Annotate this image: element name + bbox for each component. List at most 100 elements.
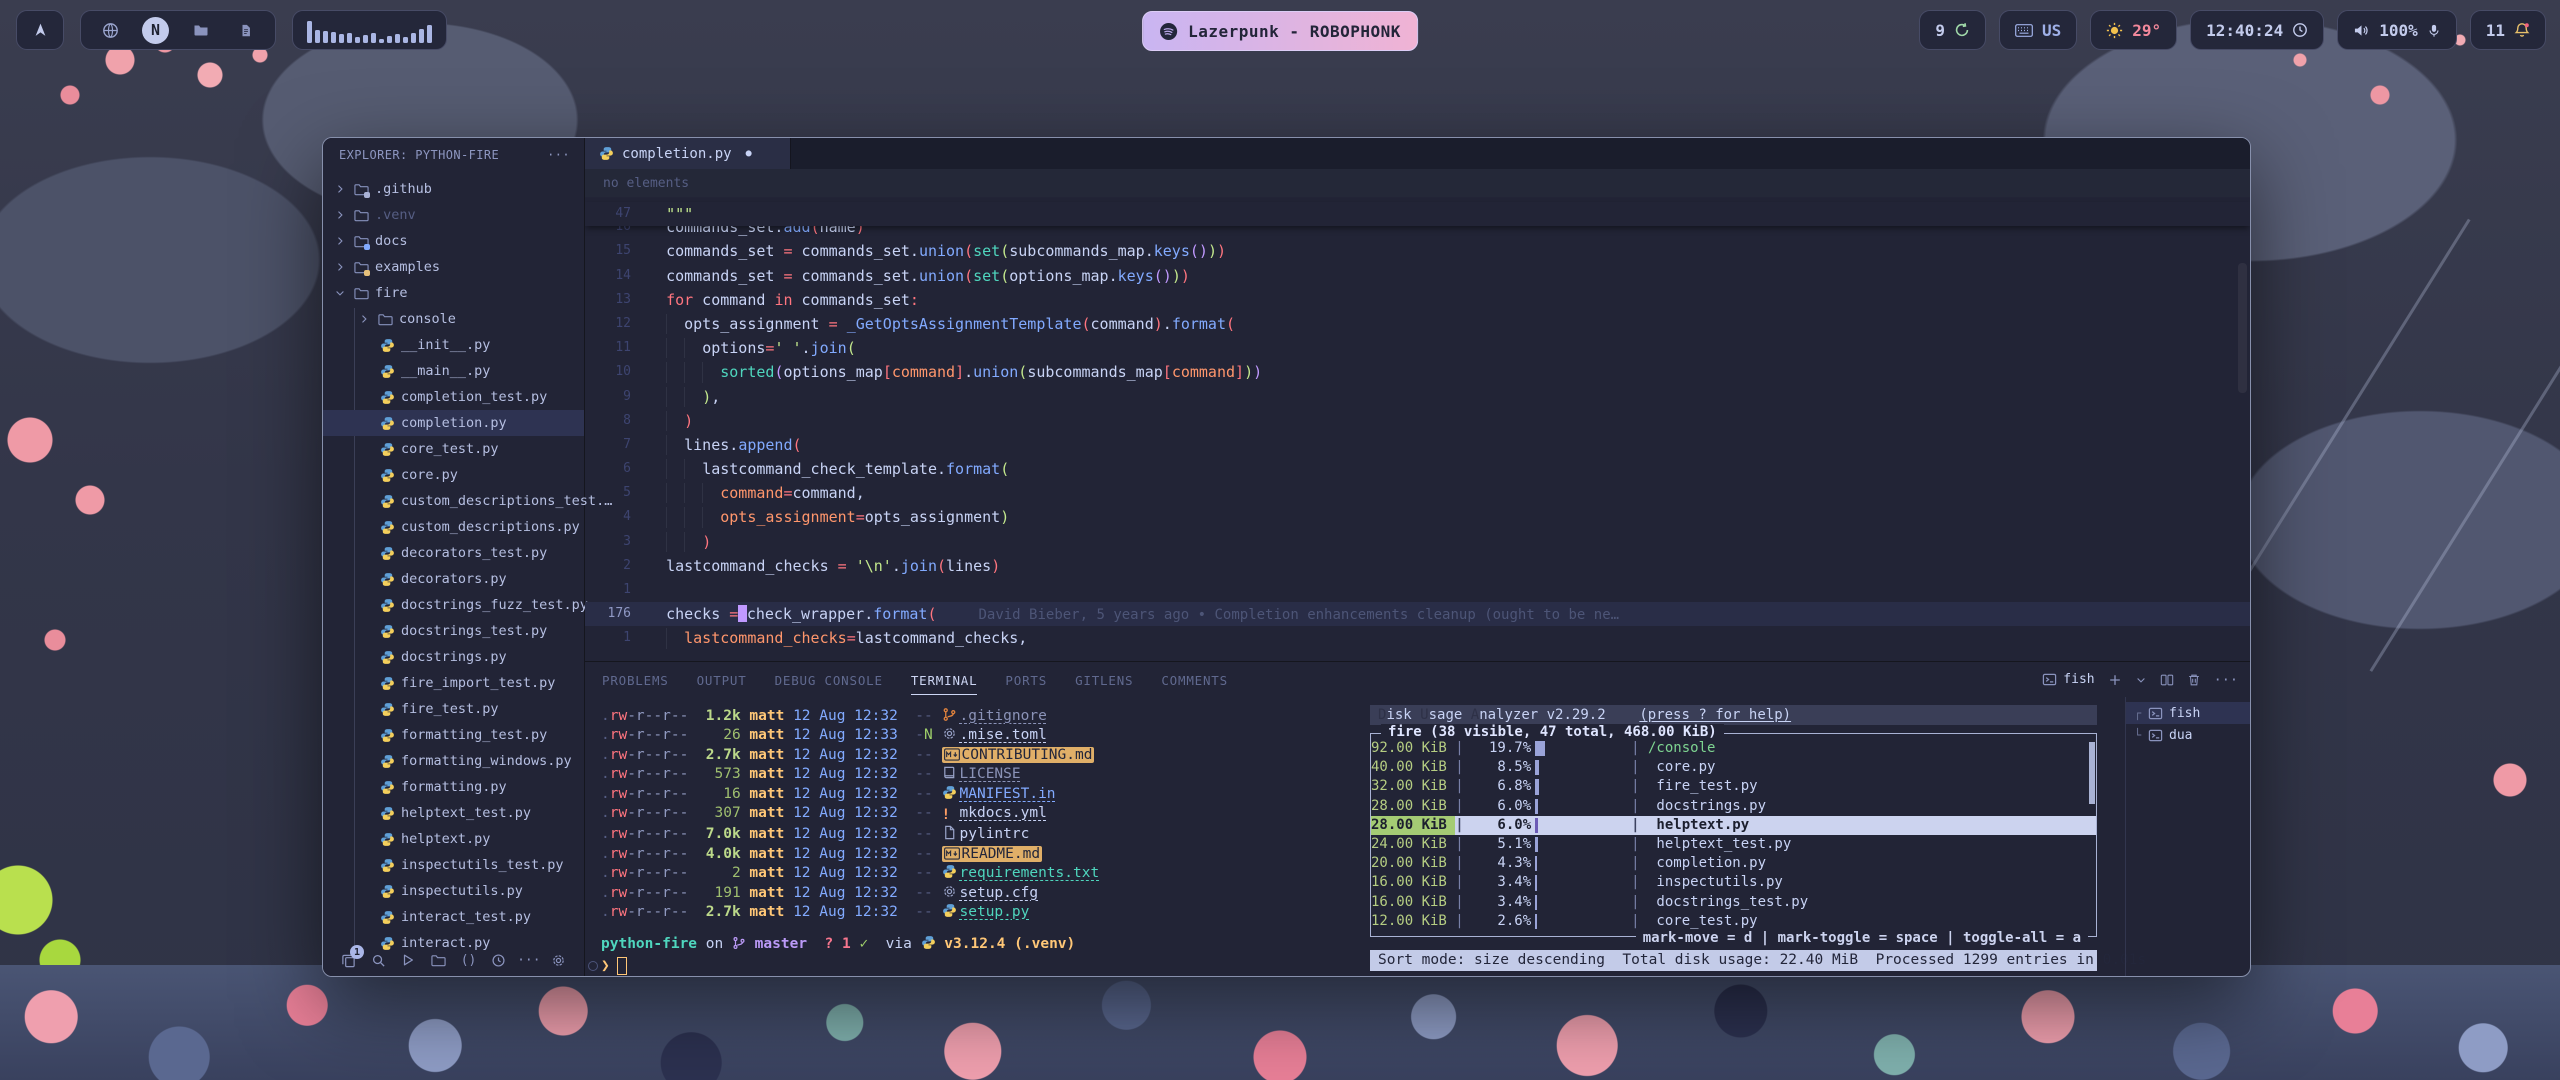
- workspace-n-badge[interactable]: N: [142, 17, 169, 44]
- ls-name[interactable]: MANIFEST.in: [942, 786, 1056, 802]
- tree-item-inspectutils_test.py[interactable]: inspectutils_test.py: [323, 852, 584, 878]
- tree-item-fire_test.py[interactable]: fire_test.py: [323, 696, 584, 722]
- breadcrumb[interactable]: no elements: [585, 169, 2250, 197]
- search-icon[interactable]: [369, 951, 387, 969]
- panel-tab-problems[interactable]: PROBLEMS: [602, 665, 669, 694]
- audio-widget[interactable]: 100%: [2337, 10, 2457, 50]
- tree-item-console[interactable]: console: [323, 306, 584, 332]
- tree-item-formatting_windows.py[interactable]: formatting_windows.py: [323, 748, 584, 774]
- tree-item-fire[interactable]: fire: [323, 280, 584, 306]
- panel-tab-comments[interactable]: COMMENTS: [1161, 665, 1228, 694]
- workspace-item-3[interactable]: [187, 17, 214, 44]
- ls-name[interactable]: setup.cfg: [942, 885, 1039, 901]
- tree-item-completion.py[interactable]: completion.py: [323, 410, 584, 436]
- tree-item-interact_test.py[interactable]: interact_test.py: [323, 904, 584, 930]
- code-line[interactable]: 47 """: [585, 202, 2250, 226]
- tree-item-helptext.py[interactable]: helptext.py: [323, 826, 584, 852]
- terminal-input-line[interactable]: ❯: [601, 957, 627, 975]
- ls-name[interactable]: .mise.toml: [942, 727, 1047, 743]
- dua-row[interactable]: 40.00 KiB | 8.5%| core.py: [1371, 758, 2096, 777]
- tree-item-formatting_test.py[interactable]: formatting_test.py: [323, 722, 584, 748]
- tree-item-docstrings_test.py[interactable]: docstrings_test.py: [323, 618, 584, 644]
- updates-indicator[interactable]: 9: [1919, 10, 1986, 50]
- tree-item-helptext_test.py[interactable]: helptext_test.py: [323, 800, 584, 826]
- scm-icon[interactable]: [429, 951, 447, 969]
- code-line[interactable]: 12 opts_assignment = _GetOptsAssignmentT…: [585, 312, 2250, 336]
- weather-widget[interactable]: 29°: [2090, 10, 2177, 50]
- code-line[interactable]: 4 opts_assignment=opts_assignment): [585, 505, 2250, 529]
- ls-name[interactable]: !mkdocs.yml: [942, 805, 1047, 821]
- ls-name[interactable]: setup.py: [942, 904, 1030, 920]
- tree-item-__init__.py[interactable]: __init__.py: [323, 332, 584, 358]
- workspace-item-4[interactable]: [232, 17, 259, 44]
- keyboard-layout[interactable]: US: [1999, 10, 2077, 50]
- tree-item-docstrings.py[interactable]: docstrings.py: [323, 644, 584, 670]
- code-line[interactable]: 8 ): [585, 409, 2250, 433]
- dua-row[interactable]: 16.00 KiB | 3.4%| docstrings_test.py: [1371, 893, 2096, 912]
- notifications-widget[interactable]: 11: [2470, 10, 2546, 50]
- split-terminal-button[interactable]: [2160, 673, 2174, 687]
- tree-item-docs[interactable]: docs: [323, 228, 584, 254]
- ls-name[interactable]: README.md: [942, 846, 1043, 862]
- code-line[interactable]: 7 lines.append(: [585, 433, 2250, 457]
- dua-row[interactable]: 92.00 KiB | 19.7%| /console: [1371, 739, 2096, 758]
- tree-item-.github[interactable]: .github: [323, 176, 584, 202]
- terminal-dropdown-button[interactable]: [2135, 674, 2147, 686]
- tree-item-decorators.py[interactable]: decorators.py: [323, 566, 584, 592]
- ls-name[interactable]: LICENSE: [942, 766, 1021, 782]
- workspace-switcher[interactable]: N: [80, 10, 276, 50]
- terminal-list-item-fish[interactable]: ┌fish: [2126, 702, 2251, 724]
- code-line[interactable]: 5 command=command,: [585, 481, 2250, 505]
- code-line[interactable]: 15 commands_set = commands_set.union(set…: [585, 239, 2250, 263]
- launcher-button[interactable]: [16, 10, 64, 50]
- code-line[interactable]: 9 ),: [585, 385, 2250, 409]
- code-line[interactable]: 1: [585, 578, 2250, 602]
- ls-name[interactable]: requirements.txt: [942, 865, 1100, 881]
- panel-tab-gitlens[interactable]: GITLENS: [1075, 665, 1133, 694]
- tree-item-completion_test.py[interactable]: completion_test.py: [323, 384, 584, 410]
- panel-tab-output[interactable]: OUTPUT: [697, 665, 747, 694]
- settings-icon[interactable]: [550, 951, 568, 969]
- dua-scrollbar[interactable]: [2089, 742, 2095, 804]
- code-line[interactable]: 6 lastcommand_check_template.format(: [585, 457, 2250, 481]
- run-icon[interactable]: [399, 951, 417, 969]
- terminal-list-item-dua[interactable]: └dua: [2126, 724, 2251, 746]
- code-line[interactable]: 11 options=' '.join(: [585, 336, 2250, 360]
- code-line[interactable]: 3 ): [585, 530, 2250, 554]
- ls-name[interactable]: pylintrc: [942, 826, 1030, 842]
- code-line[interactable]: 14 commands_set = commands_set.union(set…: [585, 264, 2250, 288]
- kill-terminal-button[interactable]: [2187, 673, 2201, 687]
- ls-name[interactable]: .gitignore: [942, 708, 1047, 724]
- tree-item-docstrings_fuzz_test.py[interactable]: docstrings_fuzz_test.py: [323, 592, 584, 618]
- code-editor[interactable]: 47 """16 commands_set.add(name)15 comman…: [585, 197, 2250, 661]
- tree-item-core.py[interactable]: core.py: [323, 462, 584, 488]
- shell-indicator[interactable]: fish: [2042, 672, 2094, 687]
- braces-icon[interactable]: (): [460, 951, 478, 969]
- clock-widget[interactable]: 12:40:24: [2190, 10, 2324, 50]
- panel-tab-ports[interactable]: PORTS: [1005, 665, 1047, 694]
- code-line[interactable]: 1 lastcommand_checks=lastcommand_checks,: [585, 626, 2250, 650]
- files-icon[interactable]: 1: [339, 951, 357, 969]
- history-icon[interactable]: [490, 951, 508, 969]
- command-decoration-icon[interactable]: [588, 961, 598, 971]
- panel-tab-terminal[interactable]: TERMINAL: [911, 665, 978, 695]
- dua-row[interactable]: 12.00 KiB | 2.6%| core_test.py: [1371, 912, 2096, 931]
- dua-row[interactable]: 20.00 KiB | 4.3%| completion.py: [1371, 854, 2096, 873]
- tree-item-examples[interactable]: examples: [323, 254, 584, 280]
- media-player-pill[interactable]: Lazerpunk - ROBOPHONK: [1142, 11, 1418, 51]
- tab-completion-py[interactable]: completion.py ●: [585, 138, 791, 169]
- more-icon[interactable]: ···: [520, 951, 538, 969]
- tree-item-__main__.py[interactable]: __main__.py: [323, 358, 584, 384]
- panel-more-icon[interactable]: ···: [2214, 672, 2238, 688]
- tree-item-inspectutils.py[interactable]: inspectutils.py: [323, 878, 584, 904]
- tree-item-.venv[interactable]: .venv: [323, 202, 584, 228]
- tree-item-custom_descriptions_test.[interactable]: custom_descriptions_test.…: [323, 488, 584, 514]
- tree-item-custom_descriptions.py[interactable]: custom_descriptions.py: [323, 514, 584, 540]
- explorer-more-icon[interactable]: ···: [547, 148, 570, 162]
- code-line[interactable]: 2 lastcommand_checks = '\n'.join(lines): [585, 554, 2250, 578]
- tree-item-formatting.py[interactable]: formatting.py: [323, 774, 584, 800]
- dua-row[interactable]: 16.00 KiB | 3.4%| inspectutils.py: [1371, 873, 2096, 892]
- tree-item-core_test.py[interactable]: core_test.py: [323, 436, 584, 462]
- new-terminal-button[interactable]: [2108, 673, 2122, 687]
- code-line[interactable]: 13 for command in commands_set:: [585, 288, 2250, 312]
